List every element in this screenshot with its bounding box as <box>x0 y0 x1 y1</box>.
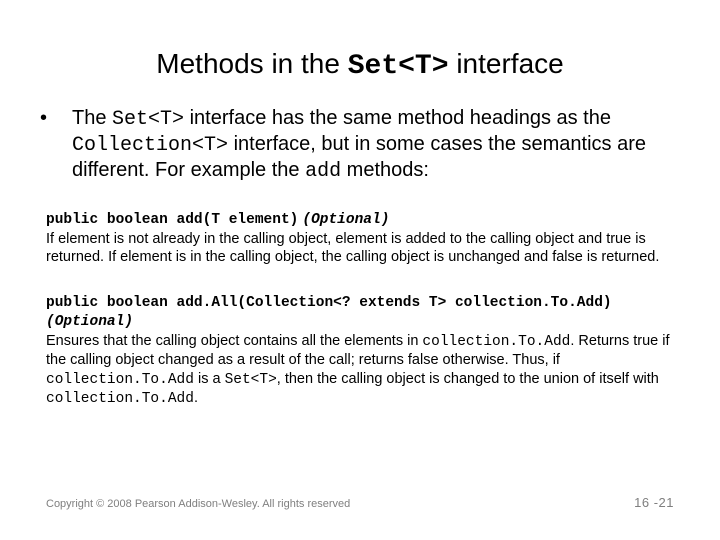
method-optional: (Optional) <box>302 212 389 228</box>
title-post: interface <box>449 48 564 79</box>
bullet-dot: • <box>40 106 47 131</box>
bullet-t2: interface has the same method headings a… <box>184 107 611 129</box>
bullet-c1: Set<T> <box>112 108 184 131</box>
method-signature: public boolean add(T element) <box>46 212 298 228</box>
bullet-c3: add <box>305 160 341 183</box>
desc-part: . <box>194 390 198 406</box>
bullet-t4: methods: <box>341 159 429 181</box>
slide-title: Methods in the Set<T> interface <box>0 0 720 98</box>
method-block-addall: public boolean add.All(Collection<? exte… <box>0 293 720 409</box>
method-optional: (Optional) <box>46 314 133 330</box>
title-pre: Methods in the <box>156 48 347 79</box>
method-signature: public boolean add.All(Collection<? exte… <box>46 295 612 311</box>
desc-code: collection.To.Add <box>422 334 570 350</box>
desc-part: , then the calling object is changed to … <box>277 371 659 387</box>
desc-part: is a <box>194 371 225 387</box>
desc-code: collection.To.Add <box>46 372 194 388</box>
title-code: Set<T> <box>348 51 449 82</box>
footer-copyright: Copyright © 2008 Pearson Addison-Wesley.… <box>46 498 350 510</box>
footer-page-number: 16 -21 <box>634 495 674 510</box>
bullet-c2: Collection<T> <box>72 134 228 157</box>
desc-code: collection.To.Add <box>46 391 194 407</box>
desc-part: Ensures that the calling object contains… <box>46 333 422 349</box>
slide: Methods in the Set<T> interface • The Se… <box>0 0 720 540</box>
bullet-item: • The Set<T> interface has the same meth… <box>0 106 720 184</box>
method-block-add: public boolean add(T element) (Optional)… <box>0 210 720 267</box>
desc-code: Set<T> <box>225 372 277 388</box>
bullet-t1: The <box>72 107 112 129</box>
method-description: If element is not already in the calling… <box>46 231 659 266</box>
